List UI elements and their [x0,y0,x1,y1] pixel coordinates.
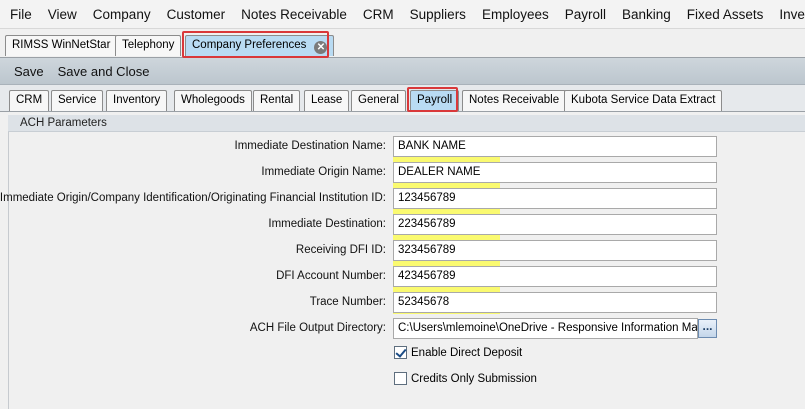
ach-output-directory-label: ACH File Output Directory: [249,322,386,334]
menu-banking[interactable]: Banking [614,0,679,28]
doc-tab-company-preferences[interactable]: Company Preferences ✕ [185,35,335,56]
tab-crm[interactable]: CRM [9,90,50,111]
tab-label: Kubota Service Data Extract [571,94,716,106]
immediate-destination-field[interactable]: 223456789 [393,214,717,235]
menu-suppliers[interactable]: Suppliers [402,0,474,28]
receiving-dfi-id-field[interactable]: 323456789 [393,240,717,261]
enable-direct-deposit-label: Enable Direct Deposit [411,346,523,359]
tab-service[interactable]: Service [51,90,104,111]
tab-rental[interactable]: Rental [253,90,301,111]
tab-label: Notes Receivable [469,94,560,106]
doc-tab-telephony[interactable]: Telephony [115,35,182,56]
credits-only-submission-row[interactable]: Credits Only Submission [394,372,537,385]
immediate-origin-id-field[interactable]: 123456789 [393,188,717,209]
doc-tab-label: Company Preferences [192,39,307,51]
enable-direct-deposit-row[interactable]: Enable Direct Deposit [394,346,522,359]
ach-output-directory-field[interactable]: C:\Users\mlemoine\OneDrive - Responsive … [393,318,698,339]
immediate-origin-id-label: Immediate Origin/Company Identification/… [0,192,386,204]
tab-label: Payroll [417,94,453,106]
immediate-origin-name-field[interactable]: DEALER NAME [393,162,717,183]
close-icon[interactable]: ✕ [314,41,328,54]
menu-crm[interactable]: CRM [355,0,402,28]
immediate-destination-label: Immediate Destination: [268,218,386,230]
tab-wholegoods[interactable]: Wholegoods [174,90,252,111]
credits-only-submission-checkbox[interactable] [394,372,407,385]
tab-label: Inventory [113,94,161,106]
tab-lease[interactable]: Lease [304,90,350,111]
menu-inventory[interactable]: Inventory [771,0,805,28]
receiving-dfi-id-label: Receiving DFI ID: [295,244,386,256]
menu-notes-receivable[interactable]: Notes Receivable [233,0,355,28]
tab-general[interactable]: General [351,90,406,111]
tab-label: CRM [16,94,43,106]
menu-payroll[interactable]: Payroll [557,0,614,28]
immediate-destination-name-field[interactable]: BANK NAME [393,136,717,157]
immediate-destination-name-label: Immediate Destination Name: [234,140,386,152]
tab-inventory[interactable]: Inventory [106,90,168,111]
document-tab-strip: RIMSS WinNetStar Telephony Company Prefe… [0,30,805,58]
menu-fixed-assets[interactable]: Fixed Assets [679,0,772,28]
tab-label: Lease [311,94,343,106]
tab-label: Rental [260,94,294,106]
tab-notes-receivable[interactable]: Notes Receivable [462,90,567,111]
tab-label: General [358,94,399,106]
doc-tab-rimss-winnetstar[interactable]: RIMSS WinNetStar [5,35,118,56]
menu-view[interactable]: View [40,0,85,28]
tab-label: Wholegoods [181,94,245,106]
settings-tab-strip: CRM Service Inventory Wholegoods Rental … [0,85,805,112]
enable-direct-deposit-checkbox[interactable] [394,346,407,359]
tab-label: Service [58,94,97,106]
save-button[interactable]: Save [0,64,51,79]
doc-tab-label: Telephony [122,39,175,51]
menu-bar: File View Company Customer Notes Receiva… [0,0,805,29]
trace-number-label: Trace Number: [309,296,386,308]
dfi-account-number-label: DFI Account Number: [276,270,386,282]
menu-file[interactable]: File [0,0,40,28]
browse-button[interactable]: ... [698,319,717,338]
menu-customer[interactable]: Customer [159,0,234,28]
immediate-origin-name-label: Immediate Origin Name: [261,166,386,178]
tab-payroll[interactable]: Payroll [410,90,460,111]
doc-tab-label: RIMSS WinNetStar [12,39,111,51]
save-and-close-button[interactable]: Save and Close [51,64,157,79]
section-header: ACH Parameters [8,115,805,132]
credits-only-submission-label: Credits Only Submission [411,372,537,385]
tab-kubota-service-data-extract[interactable]: Kubota Service Data Extract [564,90,723,111]
dfi-account-number-field[interactable]: 423456789 [393,266,717,287]
menu-company[interactable]: Company [85,0,159,28]
trace-number-field[interactable]: 52345678 [393,292,717,313]
toolbar: Save Save and Close [0,58,805,85]
menu-employees[interactable]: Employees [474,0,557,28]
